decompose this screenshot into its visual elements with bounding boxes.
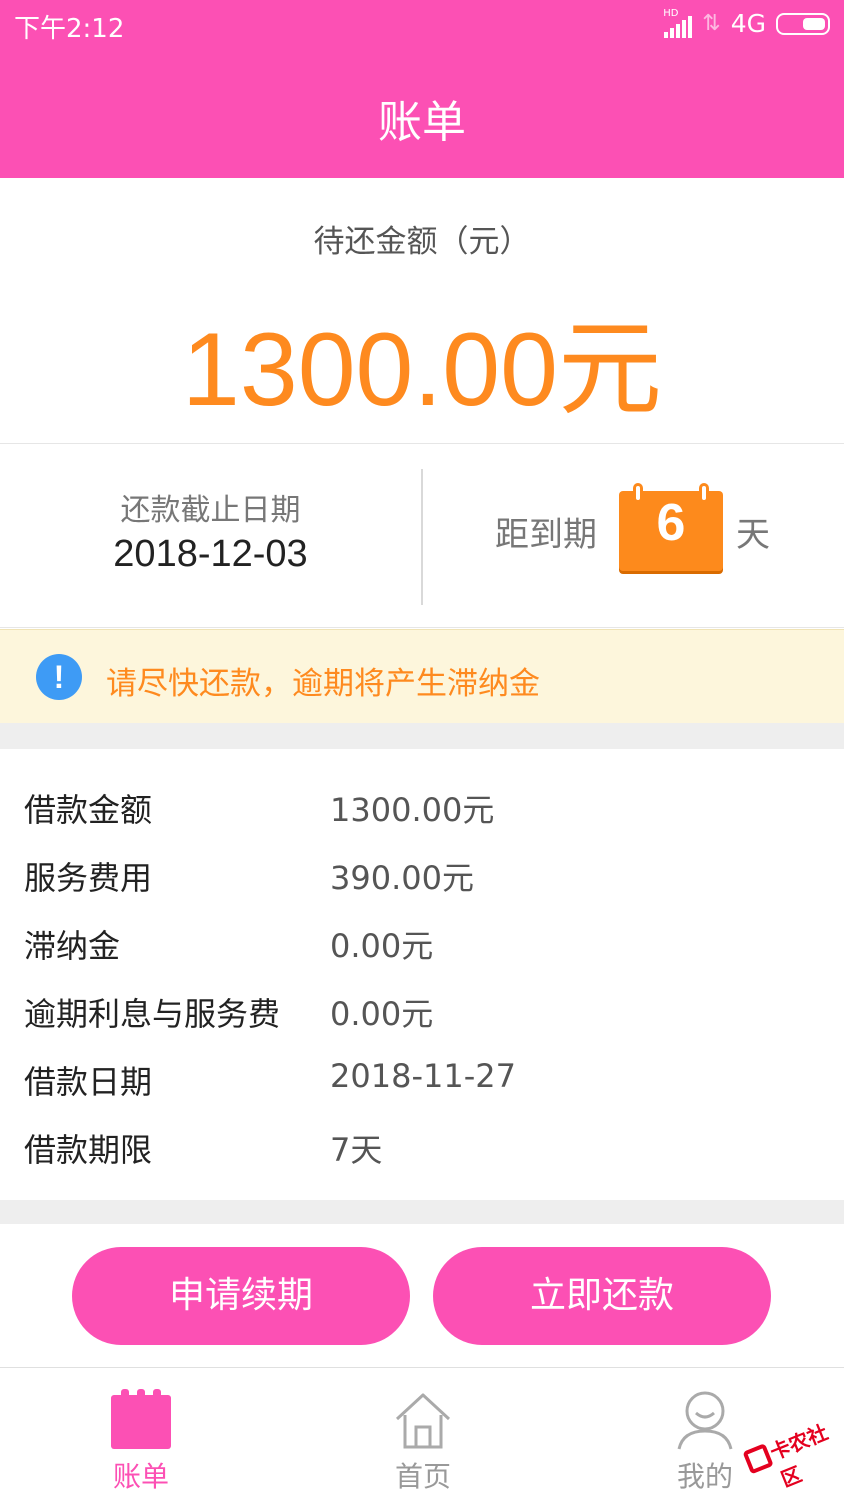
amount-label: 待还金额（元）: [313, 224, 531, 260]
detail-label: 服务费用: [24, 859, 153, 897]
warning-text: 请尽快还款，逾期将产生滞纳金: [106, 666, 540, 702]
page-title: 账单: [378, 97, 466, 148]
detail-label: 借款金额: [24, 791, 153, 829]
bottom-tab-bar: 账单 首页 我的: [0, 1369, 844, 1500]
signal-icon: HD: [663, 7, 693, 38]
detail-row: 逾期利息与服务费 0.00元: [0, 977, 844, 1045]
countdown-block: 距到期 6 天: [423, 445, 844, 628]
amount-value: 1300.00元: [182, 312, 662, 428]
status-bar: 下午2:12 HD ⇅ 4G: [0, 0, 844, 50]
tab-label: 首页: [394, 1460, 451, 1493]
detail-value: 7天: [330, 1131, 383, 1169]
status-time: 下午2:12: [14, 14, 125, 44]
detail-row: 服务费用 390.00元: [0, 841, 844, 909]
detail-value: 1300.00元: [330, 791, 495, 829]
detail-value: 0.00元: [330, 927, 434, 965]
calendar-icon: 6: [619, 483, 723, 571]
apply-renewal-button[interactable]: 申请续期: [72, 1247, 410, 1345]
countdown-days: 6: [656, 494, 686, 552]
tab-home[interactable]: 首页: [323, 1369, 523, 1500]
network-type: 4G: [730, 9, 766, 38]
data-arrows-icon: ⇅: [702, 11, 721, 36]
detail-row: 借款日期 2018-11-27: [0, 1045, 844, 1113]
due-date-label: 还款截止日期: [120, 493, 301, 528]
section-separator: [0, 1200, 844, 1224]
signal-hd-badge: HD: [663, 7, 679, 19]
tab-bill[interactable]: 账单: [41, 1369, 241, 1500]
countdown-suffix: 天: [736, 515, 770, 555]
detail-value: 390.00元: [330, 859, 474, 897]
battery-icon: [776, 12, 830, 35]
detail-label: 滞纳金: [24, 927, 121, 965]
home-icon: [395, 1393, 451, 1449]
detail-label: 借款期限: [24, 1131, 153, 1169]
detail-label: 借款日期: [24, 1063, 153, 1101]
section-separator: [0, 723, 844, 749]
exclamation-icon: !: [36, 654, 82, 700]
detail-row: 借款金额 1300.00元: [0, 773, 844, 841]
status-icons: HD ⇅ 4G: [663, 7, 830, 38]
detail-row: 滞纳金 0.00元: [0, 909, 844, 977]
due-date-block: 还款截止日期 2018-12-03: [0, 445, 421, 628]
detail-label: 逾期利息与服务费: [24, 995, 281, 1033]
repay-now-button[interactable]: 立即还款: [433, 1247, 771, 1345]
warning-banner: ! 请尽快还款，逾期将产生滞纳金: [0, 629, 844, 723]
loan-details: 借款金额 1300.00元 服务费用 390.00元 滞纳金 0.00元 逾期利…: [0, 749, 844, 1200]
bill-icon: [111, 1389, 171, 1451]
detail-value: 0.00元: [330, 995, 434, 1033]
detail-value: 2018-11-27: [330, 1057, 516, 1095]
detail-row: 借款期限 7天: [0, 1113, 844, 1181]
app-header: 下午2:12 HD ⇅ 4G 账单: [0, 0, 844, 178]
countdown-prefix: 距到期: [495, 515, 597, 555]
due-panel: 还款截止日期 2018-12-03 距到期 6 天: [0, 445, 844, 628]
amount-panel: 待还金额（元） 1300.00元: [0, 178, 844, 444]
user-icon: [677, 1391, 733, 1450]
tab-label: 账单: [112, 1460, 169, 1493]
due-date-value: 2018-12-03: [113, 533, 308, 575]
action-bar: 申请续期 立即还款: [0, 1224, 844, 1368]
